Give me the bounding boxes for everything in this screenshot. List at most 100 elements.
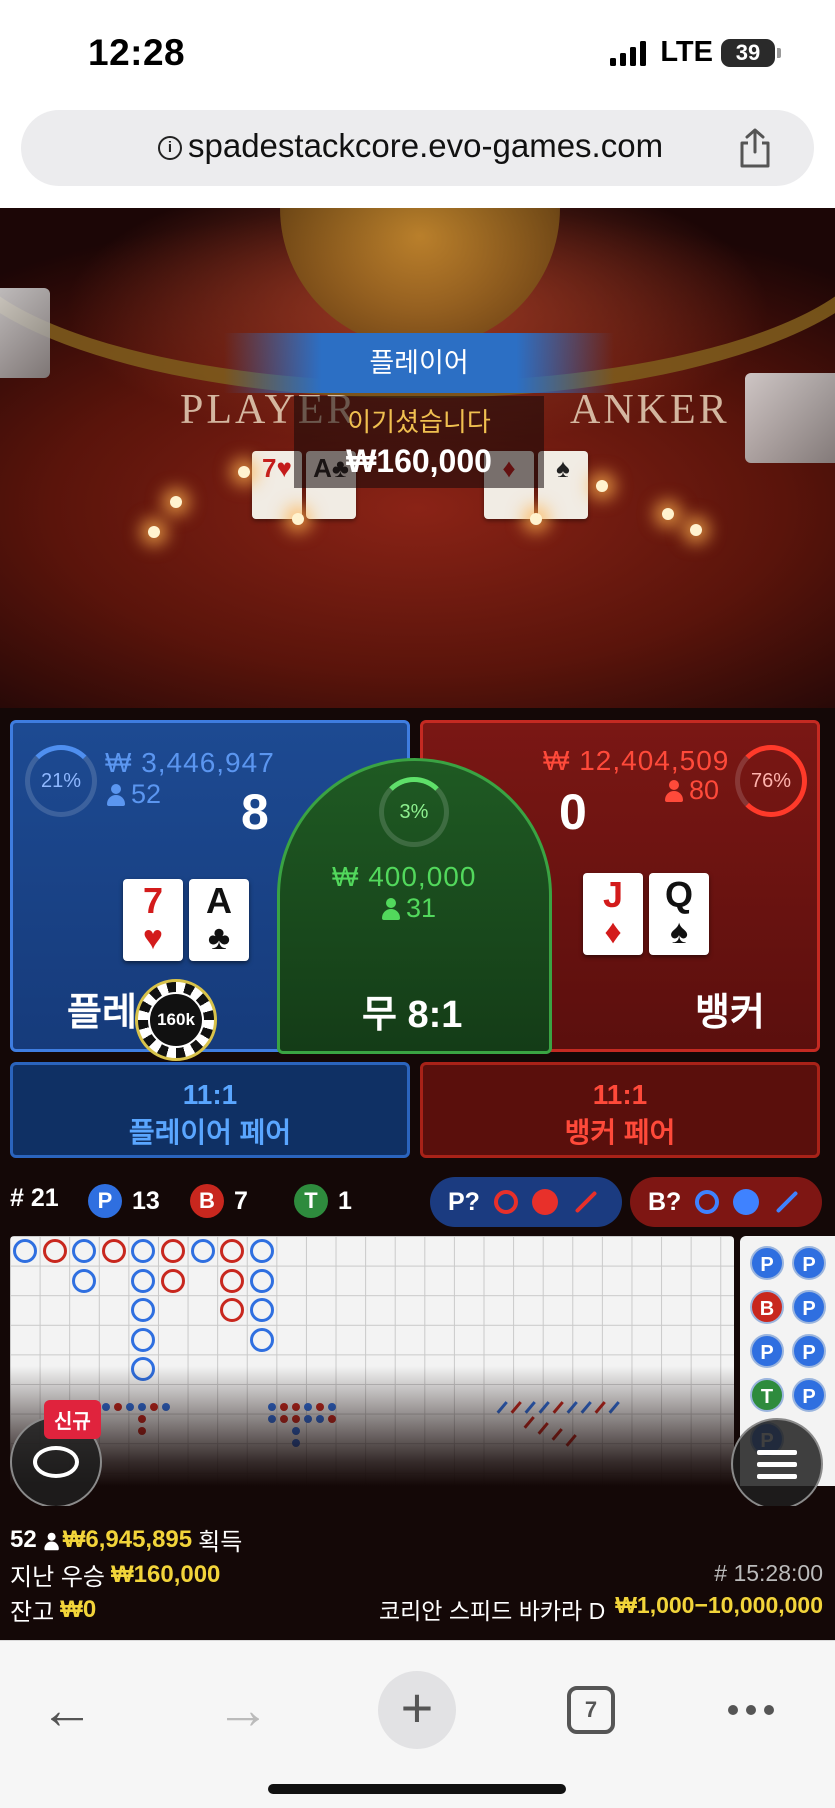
road-bead [249, 1298, 274, 1323]
url-text[interactable]: spadestackcore.evo-games.com [188, 127, 663, 165]
bead-badge: B [750, 1290, 784, 1324]
tie-bet-amount: ₩ 400,000 [332, 861, 477, 892]
road-bead [72, 1239, 97, 1263]
person-icon [44, 1532, 59, 1551]
banker-card-2: Q ♠ [649, 873, 709, 955]
network-type: LTE [660, 36, 713, 68]
small-road-dot-icon [733, 1189, 760, 1215]
player-pair-odds: 11:1 [182, 1079, 238, 1110]
tie-bettors-count: 31 [406, 893, 437, 923]
menu-button[interactable] [731, 1418, 823, 1510]
bead-badge: P [792, 1290, 826, 1324]
table-info[interactable]: 코리안 스피드 바카라 D ₩1,000−10,000,000 [379, 1592, 823, 1626]
tab-count: 7 [567, 1686, 615, 1734]
result-banner: 플레이어 [224, 333, 614, 393]
road-bead [131, 1239, 156, 1263]
home-indicator [268, 1784, 566, 1794]
bead-badge: P [750, 1334, 784, 1368]
win-amount: ₩160,000 [346, 443, 492, 479]
placed-chip[interactable]: 160k [135, 979, 217, 1061]
banker-pair-label: 뱅커 페어 [564, 1117, 676, 1148]
banker-bettors: 80 [665, 775, 719, 806]
cockroach-slash-icon [776, 1190, 799, 1214]
new-badge: 신규 [44, 1400, 101, 1439]
sparkle [292, 513, 304, 525]
big-road[interactable] [10, 1236, 734, 1486]
banker-percent-ring: 76% [735, 745, 807, 817]
person-icon [107, 783, 125, 806]
tie-label: 무 8:1 [362, 994, 463, 1036]
bead-badge: P [792, 1334, 826, 1368]
back-button[interactable]: ← [32, 1675, 102, 1745]
road-bead [220, 1268, 245, 1293]
road-bead [72, 1268, 97, 1293]
bead-badge: P [792, 1378, 826, 1412]
banker-pair-odds: 11:1 [592, 1079, 648, 1110]
road-bead [131, 1268, 156, 1293]
last-win-amount: ₩160,000 [111, 1560, 221, 1588]
share-icon[interactable] [736, 128, 774, 168]
banker-wins-count: 7 [234, 1186, 248, 1215]
road-bead [249, 1327, 274, 1352]
chat-icon [33, 1446, 79, 1478]
battery-level: 39 [735, 39, 761, 65]
ask-banker-label: B? [648, 1187, 682, 1216]
cockroach-slash-icon [574, 1190, 598, 1214]
win-label: 이기셨습니다 [347, 407, 491, 437]
ask-player-label: P? [448, 1187, 480, 1216]
last-win-line: 지난 우승 ₩160,000 [10, 1557, 220, 1592]
ask-banker-button[interactable]: B? [630, 1177, 822, 1227]
more-button[interactable] [716, 1675, 786, 1745]
tie-bettors: 31 [382, 893, 436, 924]
balance-label: 잔고 [10, 1599, 55, 1626]
road-bead [101, 1239, 126, 1263]
small-road-dot-icon [531, 1189, 558, 1215]
total-win-label: 획득 [198, 1529, 243, 1556]
player-badge: P [88, 1184, 122, 1218]
winners-line: 52 ₩6,945,895 획득 [10, 1522, 242, 1557]
shoe-stats: # 21 P 13 B 7 T 1 P? B? [0, 1166, 835, 1236]
card-rank: Q [664, 874, 693, 915]
browser-toolbar: ← → + 7 [0, 1640, 835, 1808]
tie-badge: T [294, 1184, 328, 1218]
tabs-button[interactable]: 7 [556, 1675, 626, 1745]
last-win-label: 지난 우승 [10, 1564, 105, 1591]
betting-area: 21% ₩ 3,446,947 52 8 7 ♥ A ♣ 플레이어 160k ₩… [0, 708, 835, 1166]
banker-badge: B [190, 1184, 224, 1218]
total-win-amount: ₩6,945,895 [62, 1525, 193, 1553]
banker-wins: B 7 [190, 1184, 248, 1218]
sparkle [238, 466, 250, 478]
forward-button[interactable]: → [208, 1675, 278, 1745]
live-video: PLAYER ANKER 7♥ A♣ ♦ ♠ 플레이어 이기셨습니다 ₩160,… [0, 208, 835, 708]
address-bar[interactable]: i spadestackcore.evo-games.com [21, 110, 814, 186]
banker-label: 뱅커 [695, 992, 765, 1034]
arrow-left-icon: ← [40, 1680, 94, 1740]
banker-card-1: J ♦ [583, 873, 643, 955]
bead-badge: P [792, 1246, 826, 1280]
bet-spot-banker-pair[interactable]: 11:1 뱅커 페어 [420, 1062, 820, 1158]
card-rank: A [206, 880, 232, 921]
status-time: 12:28 [88, 32, 186, 73]
card-shoe [0, 288, 50, 378]
signal-icon [610, 40, 647, 66]
ask-player-button[interactable]: P? [430, 1177, 622, 1227]
spade-icon: ♠ [669, 913, 689, 951]
bet-limits: ₩1,000−10,000,000 [615, 1592, 823, 1618]
status-icons: LTE 39 [610, 36, 781, 69]
road-fade [10, 1366, 734, 1486]
balance-line: 잔고 ₩0 [10, 1592, 96, 1627]
new-tab-button[interactable]: + [378, 1671, 456, 1749]
discard-tray [745, 373, 835, 463]
table-name: 코리안 스피드 바카라 D [378, 1598, 606, 1624]
plus-icon: + [400, 1676, 434, 1739]
road-bead [220, 1298, 245, 1323]
banker-bettors-count: 80 [689, 775, 720, 805]
balance-amount: ₩0 [60, 1595, 97, 1623]
banker-bet-amount: ₩ 12,404,509 [543, 745, 730, 776]
banker-score: 0 [559, 784, 587, 840]
info-icon[interactable]: i [158, 136, 182, 160]
bet-spot-tie[interactable]: 3% ₩ 400,000 31 무 8:1 [277, 758, 552, 1054]
bet-spot-player-pair[interactable]: 11:1 플레이어 페어 [10, 1062, 410, 1158]
road-bead [13, 1239, 37, 1263]
banker-percent: 76% [750, 770, 792, 792]
